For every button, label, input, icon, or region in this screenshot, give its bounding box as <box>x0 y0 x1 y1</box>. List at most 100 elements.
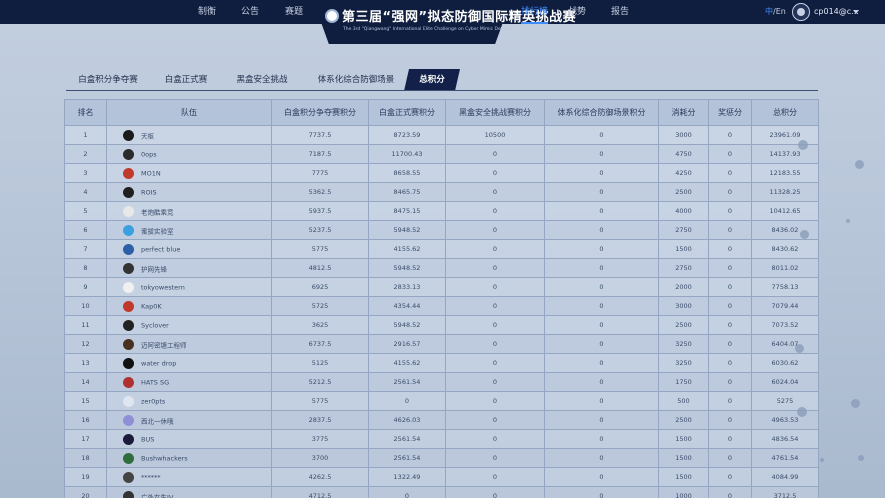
reward-penalty-cell: 0 <box>708 315 752 335</box>
whitebox-formal-cell: 1322.49 <box>368 467 446 487</box>
rank-cell: 1 <box>64 125 107 145</box>
total-cell: 6404.07 <box>751 334 819 354</box>
user-avatar-icon[interactable] <box>792 3 810 21</box>
reward-penalty-cell: 0 <box>708 296 752 316</box>
team-cell: zer0pts <box>106 391 272 411</box>
reward-penalty-cell: 0 <box>708 182 752 202</box>
reward-penalty-cell: 0 <box>708 239 752 259</box>
total-cell: 8430.62 <box>751 239 819 259</box>
whitebox-formal-cell: 2561.54 <box>368 429 446 449</box>
whitebox-points-cell: 4712.5 <box>271 486 369 498</box>
total-cell: 4963.53 <box>751 410 819 430</box>
whitebox-points-cell: 3625 <box>271 315 369 335</box>
blackbox-cell: 0 <box>445 182 545 202</box>
whitebox-points-cell: 5362.5 <box>271 182 369 202</box>
lang-en[interactable]: En <box>776 7 786 16</box>
total-cell: 7758.13 <box>751 277 819 297</box>
whitebox-formal-cell: 4354.44 <box>368 296 446 316</box>
consumed-cell: 2500 <box>658 410 709 430</box>
language-switcher[interactable]: 中/En <box>765 0 786 24</box>
rank-cell: 17 <box>64 429 107 449</box>
team-name: 老炮酷乘竞 <box>141 208 174 216</box>
whitebox-points-cell: 6925 <box>271 277 369 297</box>
team-name: perfect blue <box>141 245 181 253</box>
whitebox-points-cell: 3700 <box>271 448 369 468</box>
consumed-cell: 1750 <box>658 372 709 392</box>
team-name: water drop <box>141 359 177 367</box>
chevron-down-icon[interactable] <box>853 10 859 14</box>
team-logo-icon <box>123 395 134 407</box>
consumed-cell: 4250 <box>658 163 709 183</box>
reward-penalty-cell: 0 <box>708 353 752 373</box>
team-logo-icon <box>123 262 134 274</box>
decor-dot <box>795 344 804 353</box>
rank-cell: 20 <box>64 486 107 498</box>
tab-blackbox-challenge[interactable]: 黑盒安全挑战 <box>224 69 300 91</box>
nav-item-situation[interactable]: 战势 <box>568 0 586 24</box>
col-header-whitebox-points: 白盒积分争夺赛积分 <box>271 99 369 126</box>
table-row: 3 MO1N 7775 8658.55 0 0 4250 0 12183.55 <box>64 163 819 183</box>
nav-item-challenges[interactable]: 赛题 <box>285 0 303 24</box>
table-row: 17 BUS 3775 2561.54 0 0 1500 0 4836.54 <box>64 429 819 449</box>
team-logo-icon <box>123 148 134 160</box>
consumed-cell: 2000 <box>658 277 709 297</box>
blackbox-cell: 0 <box>445 448 545 468</box>
systematic-cell: 0 <box>544 239 659 259</box>
whitebox-formal-cell: 0 <box>368 391 446 411</box>
reward-penalty-cell: 0 <box>708 144 752 164</box>
nav-item-leaderboard[interactable]: 排行榜 <box>521 0 549 24</box>
whitebox-formal-cell: 8475.15 <box>368 201 446 221</box>
leaderboard-table-wrapper: 排名 队伍 白盒积分争夺赛积分 白盒正式赛积分 黑盒安全挑战赛积分 体系化综合防… <box>64 99 819 498</box>
team-cell: 护网先锋 <box>106 258 272 278</box>
consumed-cell: 1500 <box>658 467 709 487</box>
whitebox-points-cell: 5125 <box>271 353 369 373</box>
nav-item-control[interactable]: 制衡 <box>198 0 216 24</box>
total-cell: 8011.02 <box>751 258 819 278</box>
decor-dot <box>858 455 864 461</box>
rank-cell: 19 <box>64 467 107 487</box>
col-header-blackbox: 黑盒安全挑战赛积分 <box>445 99 545 126</box>
nav-item-announcements[interactable]: 公告 <box>241 0 259 24</box>
tab-whitebox-formal[interactable]: 白盒正式赛 <box>150 69 222 91</box>
systematic-cell: 0 <box>544 429 659 449</box>
whitebox-formal-cell: 2561.54 <box>368 372 446 392</box>
team-name: MO1N <box>141 169 161 177</box>
tab-total-score[interactable]: 总积分 <box>404 69 460 91</box>
team-cell: Bushwhackers <box>106 448 272 468</box>
team-cell: ****** <box>106 467 272 487</box>
rank-cell: 6 <box>64 220 107 240</box>
total-cell: 3712.5 <box>751 486 819 498</box>
reward-penalty-cell: 0 <box>708 163 752 183</box>
whitebox-points-cell: 4262.5 <box>271 467 369 487</box>
tab-systematic-defense[interactable]: 体系化综合防御场景 <box>304 69 408 91</box>
reward-penalty-cell: 0 <box>708 429 752 449</box>
decor-dot <box>797 407 807 417</box>
team-cell: 天枢 <box>106 125 272 145</box>
whitebox-formal-cell: 5948.52 <box>368 220 446 240</box>
table-row: 8 护网先锋 4812.5 5948.52 0 0 2750 0 8011.02 <box>64 258 819 278</box>
table-header-row: 排名 队伍 白盒积分争夺赛积分 白盒正式赛积分 黑盒安全挑战赛积分 体系化综合防… <box>64 99 819 126</box>
rank-cell: 3 <box>64 163 107 183</box>
blackbox-cell: 0 <box>445 372 545 392</box>
nav-item-report[interactable]: 报告 <box>611 0 629 24</box>
blackbox-cell: 0 <box>445 429 545 449</box>
tab-whitebox-points[interactable]: 白盒积分争夺赛 <box>66 69 150 91</box>
team-name: 天枢 <box>141 132 154 140</box>
blackbox-cell: 0 <box>445 334 545 354</box>
decor-dot <box>798 140 808 150</box>
emblem-icon <box>325 9 339 23</box>
table-row: 13 water drop 5125 4155.62 0 0 3250 0 6030.62 <box>64 353 819 373</box>
whitebox-formal-cell: 8658.55 <box>368 163 446 183</box>
rank-cell: 7 <box>64 239 107 259</box>
consumed-cell: 3000 <box>658 296 709 316</box>
team-name: tokyowestern <box>141 283 185 291</box>
lang-zh[interactable]: 中 <box>765 7 773 16</box>
consumed-cell: 2750 <box>658 220 709 240</box>
whitebox-points-cell: 5775 <box>271 391 369 411</box>
team-name: 西北一休哦 <box>141 417 174 425</box>
team-cell: water drop <box>106 353 272 373</box>
table-row: 18 Bushwhackers 3700 2561.54 0 0 1500 0 4761.54 <box>64 448 819 468</box>
reward-penalty-cell: 0 <box>708 467 752 487</box>
reward-penalty-cell: 0 <box>708 201 752 221</box>
team-cell: HATS SG <box>106 372 272 392</box>
